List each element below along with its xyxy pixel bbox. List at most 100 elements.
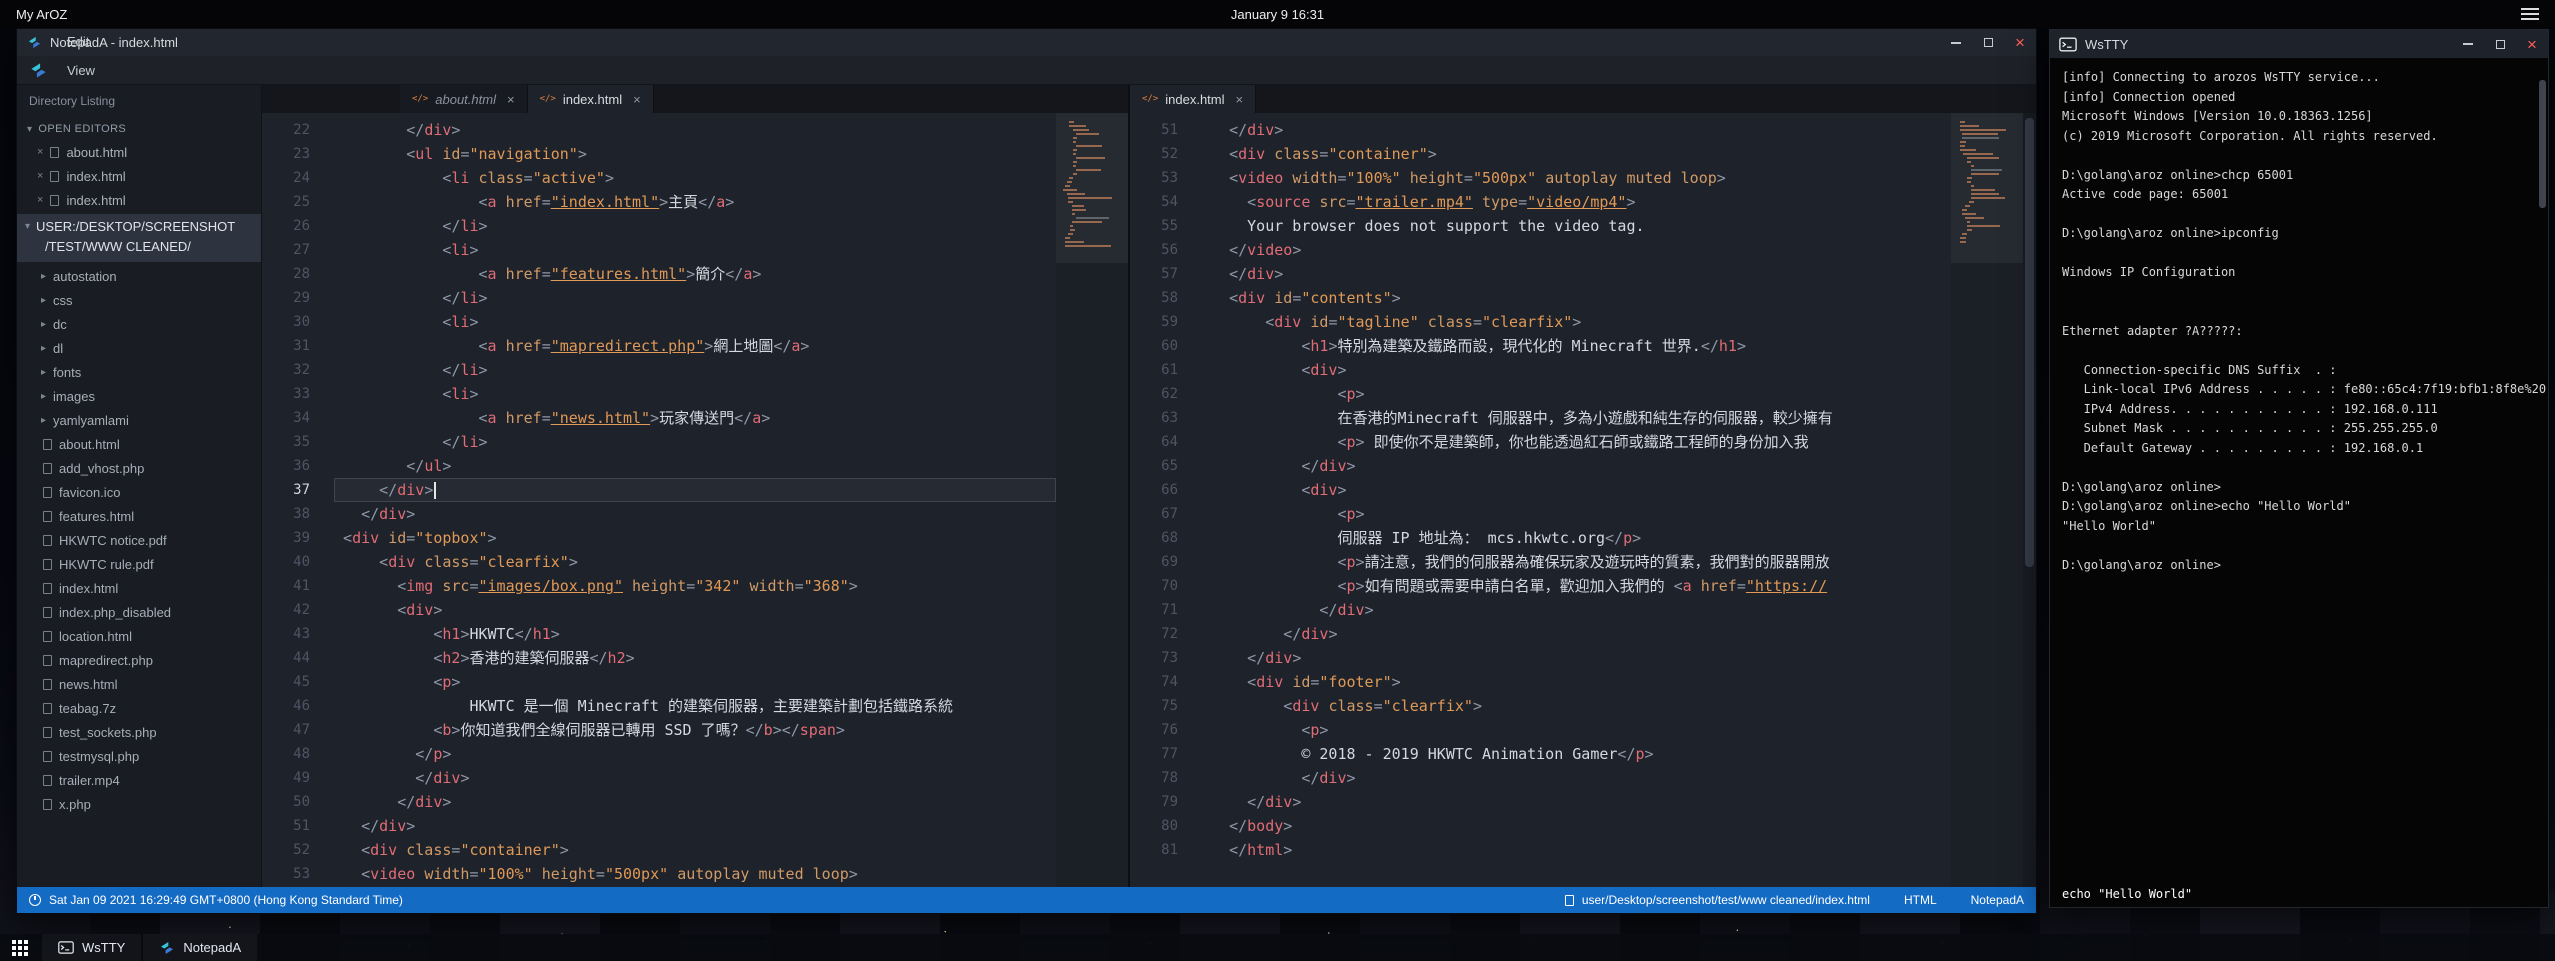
maximize-button[interactable]: [1972, 29, 2004, 56]
tree-file-trailer.mp4[interactable]: trailer.mp4: [17, 768, 261, 792]
code-line[interactable]: <div>: [334, 598, 1056, 622]
tree-folder-css[interactable]: ▸css: [17, 288, 261, 312]
menu-edit[interactable]: Edit: [54, 27, 135, 56]
code-line[interactable]: HKWTC 是一個 Minecraft 的建築伺服器，主要建築計劃包括鐵路系統: [334, 694, 1056, 718]
code-line[interactable]: </div>: [1202, 790, 1951, 814]
tree-file-add_vhost.php[interactable]: add_vhost.php: [17, 456, 261, 480]
system-app-name[interactable]: My ArOZ: [16, 7, 67, 22]
minimap-slider[interactable]: [1951, 113, 2023, 263]
code-line[interactable]: <ul id="navigation">: [334, 142, 1056, 166]
minimap-slider[interactable]: [1056, 113, 1128, 263]
code-line[interactable]: </div>: [334, 118, 1056, 142]
editor-tab-about.html[interactable]: </>about.html×: [400, 85, 528, 113]
open-editors-section[interactable]: ▾ OPEN EDITORS: [17, 118, 261, 140]
tree-file-features.html[interactable]: features.html: [17, 504, 261, 528]
minimap-right[interactable]: [1951, 113, 2023, 887]
terminal-output[interactable]: [info] Connecting to arozos WsTTY servic…: [2050, 58, 2548, 907]
code-line[interactable]: </video>: [1202, 238, 1951, 262]
code-line[interactable]: </div>: [334, 478, 1056, 502]
terminal-input[interactable]: echo "Hello World": [2062, 887, 2192, 901]
tree-file-favicon.ico[interactable]: favicon.ico: [17, 480, 261, 504]
close-button[interactable]: ×: [2004, 29, 2036, 56]
code-line[interactable]: <li>: [334, 382, 1056, 406]
code-line[interactable]: </li>: [334, 430, 1056, 454]
editor-scrollbar[interactable]: [2023, 113, 2036, 887]
notepada-titlebar[interactable]: NotepadA - index.html ×: [17, 29, 2036, 56]
open-editor-index.html[interactable]: ×index.html: [17, 164, 261, 188]
code-line[interactable]: <a href="index.html">主頁</a>: [334, 190, 1056, 214]
close-icon[interactable]: ×: [37, 194, 43, 206]
tree-folder-dc[interactable]: ▸dc: [17, 312, 261, 336]
tree-folder-fonts[interactable]: ▸fonts: [17, 360, 261, 384]
code-line[interactable]: </div>: [1202, 118, 1951, 142]
code-line[interactable]: <div id="footer">: [1202, 670, 1951, 694]
code-editor-left[interactable]: </div> <ul id="navigation"> <li class="a…: [326, 113, 1056, 887]
start-menu-button[interactable]: [0, 934, 40, 961]
minimize-button[interactable]: [1940, 29, 1972, 56]
code-line[interactable]: <p>如有問題或需要申請白名單，歡迎加入我們的 <a href="https:/…: [1202, 574, 1951, 598]
code-line[interactable]: 伺服器 IP 地址為： mcs.hkwtc.org</p>: [1202, 526, 1951, 550]
tree-folder-dl[interactable]: ▸dl: [17, 336, 261, 360]
open-editor-index.html[interactable]: ×index.html: [17, 188, 261, 212]
code-line[interactable]: <p>: [1202, 718, 1951, 742]
minimap-left[interactable]: [1056, 113, 1128, 887]
tree-folder-autostation[interactable]: ▸autostation: [17, 264, 261, 288]
code-line[interactable]: </div>: [334, 502, 1056, 526]
code-line[interactable]: </li>: [334, 214, 1056, 238]
code-line[interactable]: </div>: [1202, 454, 1951, 478]
tree-file-x.php[interactable]: x.php: [17, 792, 261, 816]
code-line[interactable]: <div>: [1202, 358, 1951, 382]
code-line[interactable]: <li>: [334, 238, 1056, 262]
code-line[interactable]: </div>: [1202, 622, 1951, 646]
code-line[interactable]: <a href="news.html">玩家傳送門</a>: [334, 406, 1056, 430]
tree-file-location.html[interactable]: location.html: [17, 624, 261, 648]
tree-file-news.html[interactable]: news.html: [17, 672, 261, 696]
code-line[interactable]: <div id="topbox">: [334, 526, 1056, 550]
maximize-button[interactable]: [2484, 30, 2516, 58]
code-line[interactable]: <h1>HKWTC</h1>: [334, 622, 1056, 646]
code-line[interactable]: </div>: [334, 790, 1056, 814]
code-line[interactable]: <video width="100%" height="500px" autop…: [334, 862, 1056, 886]
scrollbar-thumb[interactable]: [2025, 118, 2034, 567]
code-line[interactable]: <div class="clearfix">: [334, 550, 1056, 574]
code-line[interactable]: </li>: [334, 286, 1056, 310]
code-line[interactable]: <source src="trailer.mp4" type="video/mp…: [1202, 190, 1951, 214]
code-line[interactable]: <a href="features.html">簡介</a>: [334, 262, 1056, 286]
tree-file-HKWTC rule.pdf[interactable]: HKWTC rule.pdf: [17, 552, 261, 576]
tree-file-about.html[interactable]: about.html: [17, 432, 261, 456]
code-line[interactable]: <div class="container">: [334, 838, 1056, 862]
scrollbar-thumb[interactable]: [2539, 80, 2546, 208]
menu-view[interactable]: View: [54, 56, 135, 85]
tab-close-icon[interactable]: ×: [633, 92, 641, 107]
close-button[interactable]: ×: [2516, 30, 2548, 58]
tree-file-index.html[interactable]: index.html: [17, 576, 261, 600]
code-line[interactable]: <p> 即使你不是建築師，你也能透過紅石師或鐵路工程師的身份加入我: [1202, 430, 1951, 454]
code-line[interactable]: </div>: [1202, 766, 1951, 790]
tab-close-icon[interactable]: ×: [1236, 92, 1244, 107]
close-icon[interactable]: ×: [37, 146, 43, 158]
code-line[interactable]: </ul>: [334, 454, 1056, 478]
code-line[interactable]: <b>你知道我們全線伺服器已轉用 SSD 了嗎？</b></span>: [334, 718, 1056, 742]
code-line[interactable]: <h2>香港的建築伺服器</h2>: [334, 646, 1056, 670]
code-line[interactable]: <div>: [1202, 478, 1951, 502]
tree-file-teabag.7z[interactable]: teabag.7z: [17, 696, 261, 720]
code-line[interactable]: </div>: [1202, 646, 1951, 670]
terminal-scrollbar[interactable]: [2538, 62, 2547, 903]
code-line[interactable]: </p>: [334, 742, 1056, 766]
code-line[interactable]: </div>: [334, 814, 1056, 838]
code-line[interactable]: <p>請注意，我們的伺服器為確保玩家及遊玩時的質素，我們對的服器開放: [1202, 550, 1951, 574]
tree-file-mapredirect.php[interactable]: mapredirect.php: [17, 648, 261, 672]
tree-file-test_sockets.php[interactable]: test_sockets.php: [17, 720, 261, 744]
tree-file-testmysql.php[interactable]: testmysql.php: [17, 744, 261, 768]
taskbar-item-notepada[interactable]: NotepadA: [143, 934, 257, 961]
code-line[interactable]: <video width="100%" height="500px" autop…: [1202, 166, 1951, 190]
code-line[interactable]: <div id="tagline" class="clearfix">: [1202, 310, 1951, 334]
code-line[interactable]: 在香港的Minecraft 伺服器中，多為小遊戲和純生存的伺服器，較少擁有: [1202, 406, 1951, 430]
editor-tab-index.html[interactable]: </>index.html×: [528, 85, 654, 113]
taskbar-item-wstty[interactable]: WsTTY: [42, 934, 141, 961]
close-icon[interactable]: ×: [37, 170, 43, 182]
tab-close-icon[interactable]: ×: [507, 92, 515, 107]
code-line[interactable]: <p>: [1202, 502, 1951, 526]
code-line[interactable]: </div>: [1202, 262, 1951, 286]
open-editor-about.html[interactable]: ×about.html: [17, 140, 261, 164]
